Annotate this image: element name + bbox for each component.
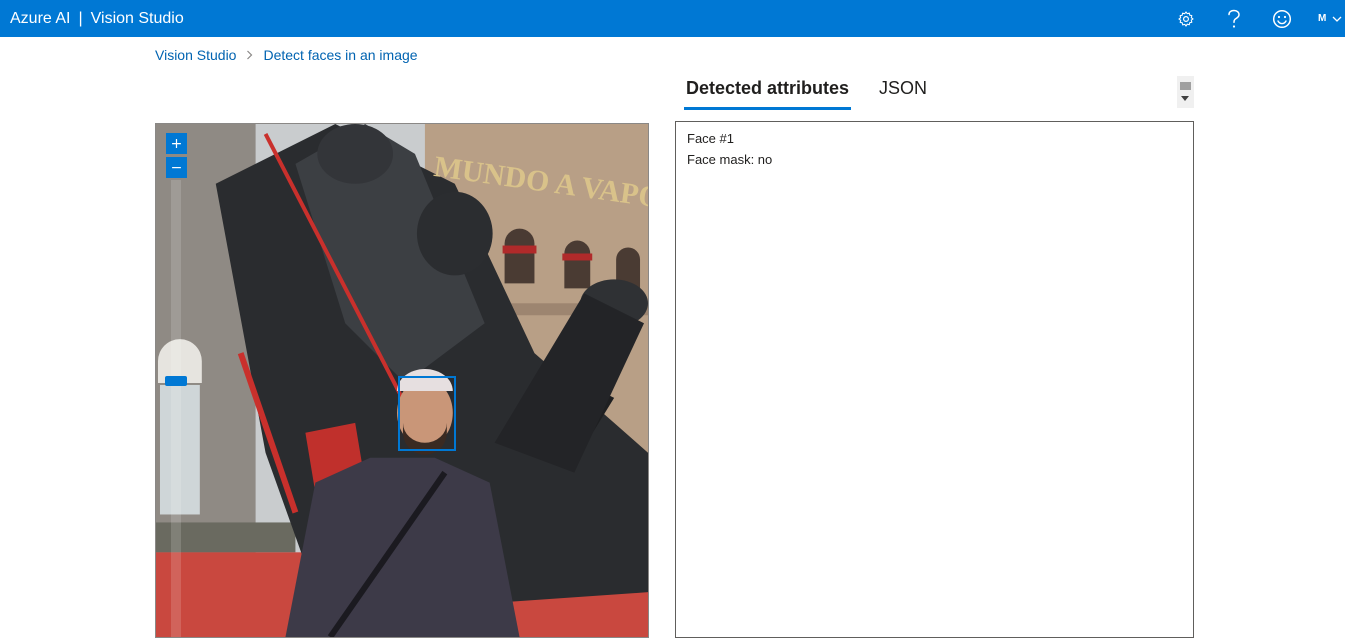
scroll-down-arrow-icon[interactable] (1181, 96, 1189, 101)
zoom-out-button[interactable]: − (166, 157, 187, 178)
tab-json[interactable]: JSON (877, 74, 929, 110)
breadcrumb: Vision Studio Detect faces in an image (155, 47, 418, 63)
feedback-smiley-icon (1272, 9, 1292, 28)
chevron-right-icon (246, 50, 253, 60)
settings-button[interactable] (1168, 0, 1204, 37)
avatar: M (1318, 13, 1327, 24)
breadcrumb-vision-studio[interactable]: Vision Studio (155, 47, 236, 63)
face-mask-attribute: Face mask: no (687, 152, 773, 167)
face-bounding-box (398, 376, 456, 451)
image-viewer[interactable]: MUNDO A VAPOR + − (155, 123, 649, 638)
brand-separator: | (78, 9, 83, 27)
zoom-in-button[interactable]: + (166, 133, 187, 154)
tabs-scrollbar[interactable] (1177, 76, 1194, 108)
zoom-slider-thumb[interactable] (165, 376, 187, 386)
tab-detected-attributes[interactable]: Detected attributes (684, 74, 852, 110)
brand-product: Vision Studio (90, 9, 184, 27)
help-button[interactable] (1216, 0, 1252, 37)
breadcrumb-detect-faces[interactable]: Detect faces in an image (263, 47, 417, 63)
scrollbar-thumb[interactable] (1180, 82, 1191, 90)
zoom-track[interactable] (171, 180, 181, 637)
face-title: Face #1 (687, 131, 734, 146)
brand[interactable]: Azure AI | Vision Studio (10, 10, 184, 28)
chevron-down-icon (1332, 16, 1342, 22)
brand-azure-ai: Azure AI (10, 9, 71, 27)
settings-icon (1178, 10, 1194, 27)
account-menu-button[interactable]: M (1312, 0, 1345, 37)
help-icon (1228, 9, 1240, 28)
results-tabs: Detected attributes JSON (684, 74, 955, 110)
feedback-button[interactable] (1264, 0, 1300, 37)
detected-attributes-panel: Face #1 Face mask: no (675, 121, 1194, 638)
top-bar: Azure AI | Vision Studio M (0, 0, 1345, 37)
